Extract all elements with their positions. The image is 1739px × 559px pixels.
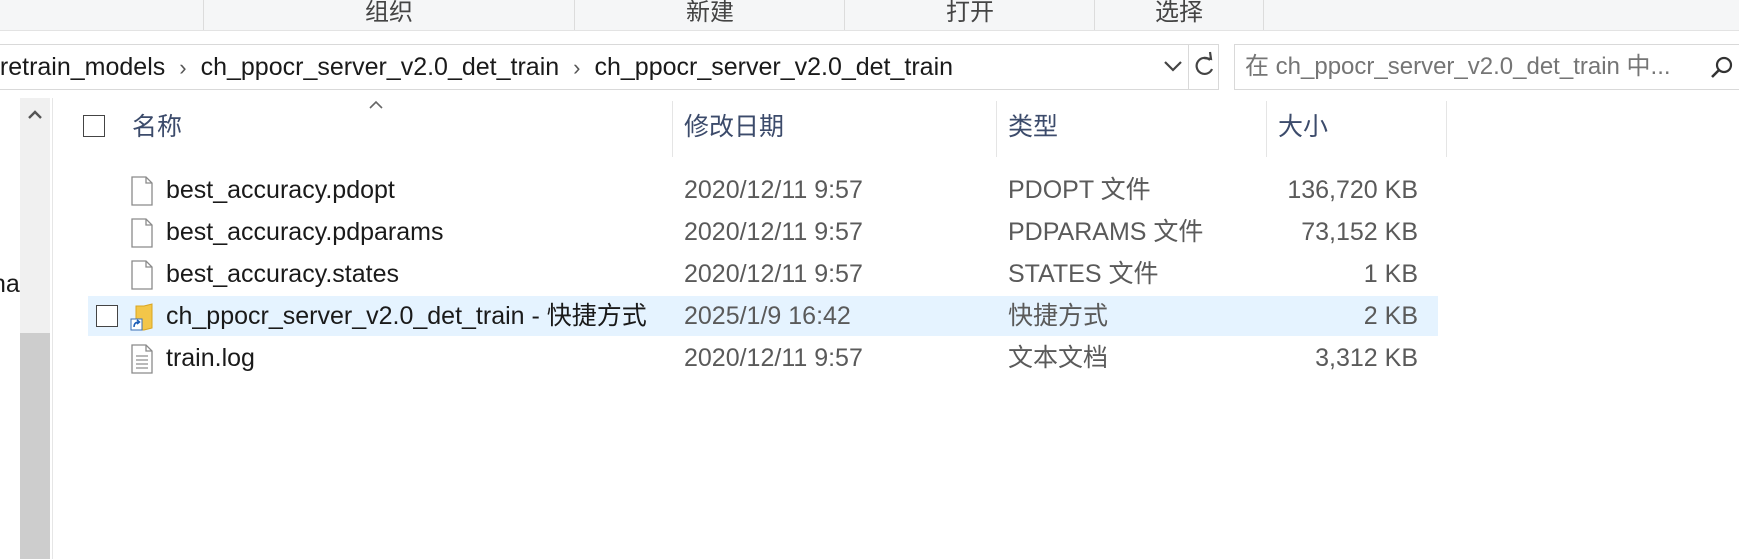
address-bar[interactable]: pretrain_models › ch_ppocr_server_v2.0_det… (0, 44, 1219, 90)
text-file-icon (131, 344, 153, 374)
breadcrumb-item-pretrain-models[interactable]: pretrain_models (0, 45, 165, 89)
breadcrumb-item-det-train-current[interactable]: ch_ppocr_server_v2.0_det_train (594, 45, 953, 89)
ribbon-bar: 组织 新建 打开 选择 (0, 0, 1739, 31)
file-row[interactable]: best_accuracy.states 2020/12/11 9:57 STA… (88, 254, 1438, 294)
scroll-up-arrow-icon[interactable] (20, 102, 50, 130)
refresh-icon[interactable] (1188, 45, 1219, 89)
file-name[interactable]: train.log (166, 338, 255, 378)
column-header-size[interactable]: 大小 (1278, 98, 1328, 156)
file-name[interactable]: best_accuracy.pdparams (166, 212, 443, 252)
file-type: 快捷方式 (1008, 302, 1109, 330)
file-icon (131, 218, 153, 248)
file-size: 136,720 KB (1287, 176, 1418, 204)
ribbon-group-select[interactable]: 选择 (1094, 0, 1264, 30)
search-input[interactable] (1245, 45, 1685, 89)
nav-scrollbar-thumb[interactable] (20, 333, 50, 559)
file-size: 2 KB (1363, 302, 1418, 330)
column-divider[interactable] (996, 101, 997, 157)
file-size: 73,152 KB (1301, 218, 1418, 246)
column-divider[interactable] (1266, 101, 1267, 157)
breadcrumb: pretrain_models › ch_ppocr_server_v2.0_det… (0, 45, 1150, 89)
column-divider[interactable] (672, 101, 673, 157)
navigation-pane: na (0, 98, 53, 559)
file-row[interactable]: train.log 2020/12/11 9:57 文本文档 3,312 KB (88, 338, 1438, 378)
file-name[interactable]: best_accuracy.states (166, 254, 399, 294)
file-name[interactable]: ch_ppocr_server_v2.0_det_train - 快捷方式 (166, 296, 647, 336)
sort-ascending-icon (369, 100, 383, 109)
column-header-type[interactable]: 类型 (1008, 98, 1058, 156)
folder-shortcut-icon (130, 303, 153, 331)
file-type: PDPARAMS 文件 (1008, 218, 1204, 246)
file-date: 2020/12/11 9:57 (684, 218, 863, 246)
column-divider[interactable] (1446, 101, 1447, 157)
file-icon (131, 176, 153, 206)
nav-item-label[interactable]: na (0, 270, 20, 299)
file-type: 文本文档 (1008, 344, 1109, 372)
breadcrumb-chevron-icon[interactable]: › (573, 46, 580, 89)
file-row-selected[interactable]: ch_ppocr_server_v2.0_det_train - 快捷方式 20… (88, 296, 1438, 336)
breadcrumb-item-det-train-parent[interactable]: ch_ppocr_server_v2.0_det_train (201, 45, 560, 89)
file-type: PDOPT 文件 (1008, 176, 1151, 204)
file-name[interactable]: best_accuracy.pdopt (166, 170, 395, 210)
ribbon-group-open[interactable]: 打开 (844, 0, 1095, 30)
select-all-checkbox[interactable] (83, 115, 105, 137)
ribbon-group-organize[interactable]: 组织 (203, 0, 574, 30)
ribbon-group-new[interactable]: 新建 (574, 0, 845, 30)
file-row[interactable]: best_accuracy.pdopt 2020/12/11 9:57 PDOP… (88, 170, 1438, 210)
file-date: 2025/1/9 16:42 (684, 302, 851, 330)
file-size: 1 KB (1363, 260, 1418, 288)
file-icon (131, 260, 153, 290)
chevron-down-icon[interactable] (1160, 53, 1186, 79)
search-icon[interactable] (1710, 55, 1734, 79)
file-type: STATES 文件 (1008, 260, 1159, 288)
breadcrumb-chevron-icon[interactable]: › (179, 46, 186, 89)
file-row[interactable]: best_accuracy.pdparams 2020/12/11 9:57 P… (88, 212, 1438, 252)
row-checkbox[interactable] (96, 305, 118, 327)
file-date: 2020/12/11 9:57 (684, 176, 863, 204)
file-size: 3,312 KB (1315, 344, 1418, 372)
file-date: 2020/12/11 9:57 (684, 344, 863, 372)
file-date: 2020/12/11 9:57 (684, 260, 863, 288)
column-header-date[interactable]: 修改日期 (684, 98, 784, 156)
search-box[interactable] (1234, 44, 1739, 90)
column-header-name[interactable]: 名称 (132, 98, 182, 156)
